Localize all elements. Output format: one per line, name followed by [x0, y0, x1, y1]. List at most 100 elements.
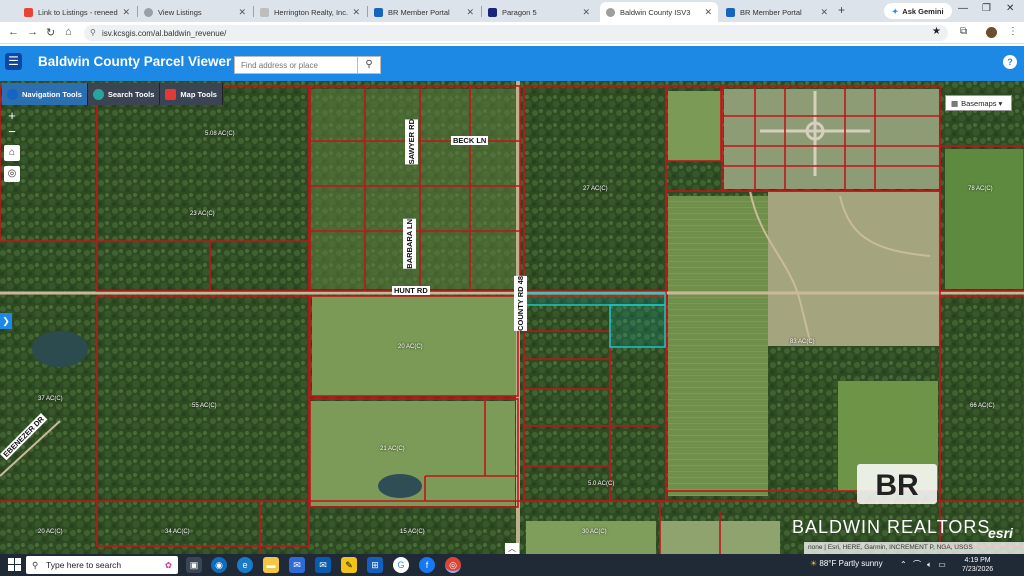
copilot-icon[interactable]: ◉: [211, 557, 227, 573]
parcel-acreage-label: 55 AC(C): [192, 403, 217, 409]
url-field[interactable]: ⚲ isv.kcsgis.com/al.baldwin_revenue/: [84, 25, 948, 41]
search-tools-button[interactable]: Search Tools: [87, 83, 161, 105]
close-window-icon[interactable]: ✕: [1006, 3, 1014, 14]
ask-gemini-button[interactable]: ✦ Ask Gemini: [884, 3, 952, 19]
address-bar-row: ← → ↻ ⌂ ⚲ isv.kcsgis.com/al.baldwin_reve…: [0, 22, 1024, 44]
chevron-up-icon[interactable]: ︿: [505, 543, 519, 554]
volume-icon[interactable]: 🔈︎: [927, 560, 932, 569]
navigation-tools-label: Navigation Tools: [22, 89, 82, 99]
chevron-up-icon[interactable]: ⌃: [900, 560, 907, 569]
close-icon[interactable]: ✕: [582, 7, 590, 18]
tab-br-member-portal[interactable]: BR Member Portal ✕: [368, 2, 480, 22]
tab-baldwin-county[interactable]: Baldwin County ISV3 ✕: [600, 2, 718, 22]
basemaps-button[interactable]: ▦ Basemaps ▾: [945, 95, 1012, 111]
road-label: BARBARA LN: [403, 219, 416, 269]
search-icon: ⚲: [365, 59, 373, 70]
globe-icon: [7, 88, 18, 100]
google-icon[interactable]: G: [393, 557, 409, 573]
tab-paragon[interactable]: Paragon 5 ✕: [482, 2, 596, 22]
zoom-in-icon[interactable]: +: [4, 108, 20, 124]
globe-icon: [606, 7, 615, 17]
bookmark-star-icon[interactable]: ★: [932, 26, 941, 37]
map-view[interactable]: Navigation Tools Search Tools Map Tools …: [0, 81, 1024, 554]
paragon-icon: [488, 7, 497, 17]
parcel-acreage-label: 27 AC(C): [583, 186, 608, 192]
extensions-icon[interactable]: ⧉: [960, 26, 967, 37]
weather-widget[interactable]: ☀ 88°F Partly sunny: [810, 559, 883, 568]
tab-label: View Listings: [158, 7, 202, 17]
parcel-acreage-label: 20 AC(C): [398, 344, 423, 350]
facebook-icon[interactable]: f: [419, 557, 435, 573]
parcel-acreage-label: 66 AC(C): [970, 403, 995, 409]
map-tools-button[interactable]: Map Tools: [160, 83, 223, 105]
windows-start-icon[interactable]: [8, 558, 21, 571]
reload-icon[interactable]: ↻: [46, 26, 55, 39]
mail-icon[interactable]: ✉: [315, 557, 331, 573]
task-view-icon[interactable]: ▣: [186, 557, 202, 573]
help-icon[interactable]: ?: [1003, 55, 1017, 69]
tab-view-listings[interactable]: View Listings ✕: [138, 2, 252, 22]
close-icon[interactable]: ✕: [122, 7, 130, 18]
windows-taskbar: ⚲ Type here to search ✿ ▣ ◉ e ▬ ✉ ✉ ✎ ⊞ …: [0, 554, 1024, 576]
close-icon[interactable]: ✕: [352, 7, 360, 18]
outlook-icon[interactable]: ✉: [289, 557, 305, 573]
caret-down-icon: ▾: [998, 98, 1003, 108]
profile-avatar[interactable]: [986, 27, 997, 38]
battery-icon[interactable]: ▭: [938, 560, 946, 569]
address-search-input[interactable]: [234, 56, 358, 74]
site-info-icon[interactable]: ⚲: [90, 28, 96, 37]
search-button[interactable]: ⚲: [357, 56, 381, 74]
parcel-acreage-label: 37 AC(C): [38, 396, 63, 402]
search-tools-label: Search Tools: [107, 89, 155, 99]
tab-br-member-portal-2[interactable]: BR Member Portal ✕: [720, 2, 834, 22]
locate-icon[interactable]: ◎: [4, 166, 20, 182]
menu-kebab-icon[interactable]: ⋮: [1008, 26, 1018, 37]
document-icon: [260, 7, 269, 17]
forward-icon[interactable]: →: [27, 26, 38, 38]
br-mark: BR: [875, 469, 919, 502]
map-attribution: none | Esri, HERE, Garmin, INCREMENT P, …: [804, 542, 1024, 554]
restore-icon[interactable]: ❐: [982, 3, 991, 14]
back-icon[interactable]: ←: [8, 26, 19, 38]
home-icon[interactable]: ⌂: [65, 26, 72, 38]
flower-icon: ✿: [164, 559, 172, 570]
close-icon[interactable]: ✕: [238, 7, 246, 18]
edge-icon[interactable]: e: [237, 557, 253, 573]
parcel-acreage-label: 34 AC(C): [165, 529, 190, 535]
taskbar-search-placeholder: Type here to search: [46, 560, 122, 570]
system-tray[interactable]: ⌃ ⌒ 🔈︎ ▭: [900, 559, 946, 570]
clock[interactable]: 4:19 PM 7/23/2026: [962, 556, 993, 574]
parcel-acreage-label: 5.08 AC(C): [205, 131, 235, 137]
sticky-notes-icon[interactable]: ✎: [341, 557, 357, 573]
parcel-acreage-label: 78 AC(C): [968, 186, 993, 192]
parcel-acreage-label: 5.0 AC(C): [588, 481, 615, 487]
network-icon[interactable]: ⌒: [913, 560, 921, 569]
tab-link-to-listings[interactable]: Link to Listings - reneedore ✕: [18, 2, 136, 22]
close-icon[interactable]: ✕: [704, 7, 712, 18]
grid-icon: ▦: [951, 98, 959, 108]
new-tab-button[interactable]: +: [838, 3, 845, 17]
gmail-icon: [24, 7, 33, 17]
close-icon[interactable]: ✕: [820, 7, 828, 18]
gemini-icon: ✦: [892, 6, 899, 16]
expand-panel-icon[interactable]: ❯: [0, 313, 12, 329]
minimize-icon[interactable]: —: [958, 3, 968, 14]
br-icon: [374, 7, 383, 17]
parcel-acreage-label: 20 AC(C): [38, 529, 63, 535]
hamburger-menu-icon[interactable]: ☰: [5, 53, 22, 70]
file-explorer-icon[interactable]: ▬: [263, 557, 279, 573]
store-icon[interactable]: ⊞: [367, 557, 383, 573]
tab-label: Baldwin County ISV3: [620, 7, 691, 17]
chrome-icon[interactable]: ◎: [445, 557, 461, 573]
home-extent-icon[interactable]: ⌂: [4, 145, 20, 161]
close-icon[interactable]: ✕: [466, 7, 474, 18]
baldwin-realtors-logo: BR: [857, 464, 937, 504]
taskbar-search-input[interactable]: ⚲ Type here to search ✿: [26, 556, 178, 574]
tab-label: BR Member Portal: [740, 7, 802, 17]
tab-herrington-realty[interactable]: Herrington Realty, Inc. - Sea ✕: [254, 2, 366, 22]
map-toolbar: Navigation Tools Search Tools Map Tools: [2, 83, 223, 105]
tab-label: BR Member Portal: [388, 7, 450, 17]
zoom-out-icon[interactable]: −: [4, 124, 20, 140]
navigation-tools-button[interactable]: Navigation Tools: [2, 83, 88, 105]
parcel-acreage-label: 23 AC(C): [190, 211, 215, 217]
